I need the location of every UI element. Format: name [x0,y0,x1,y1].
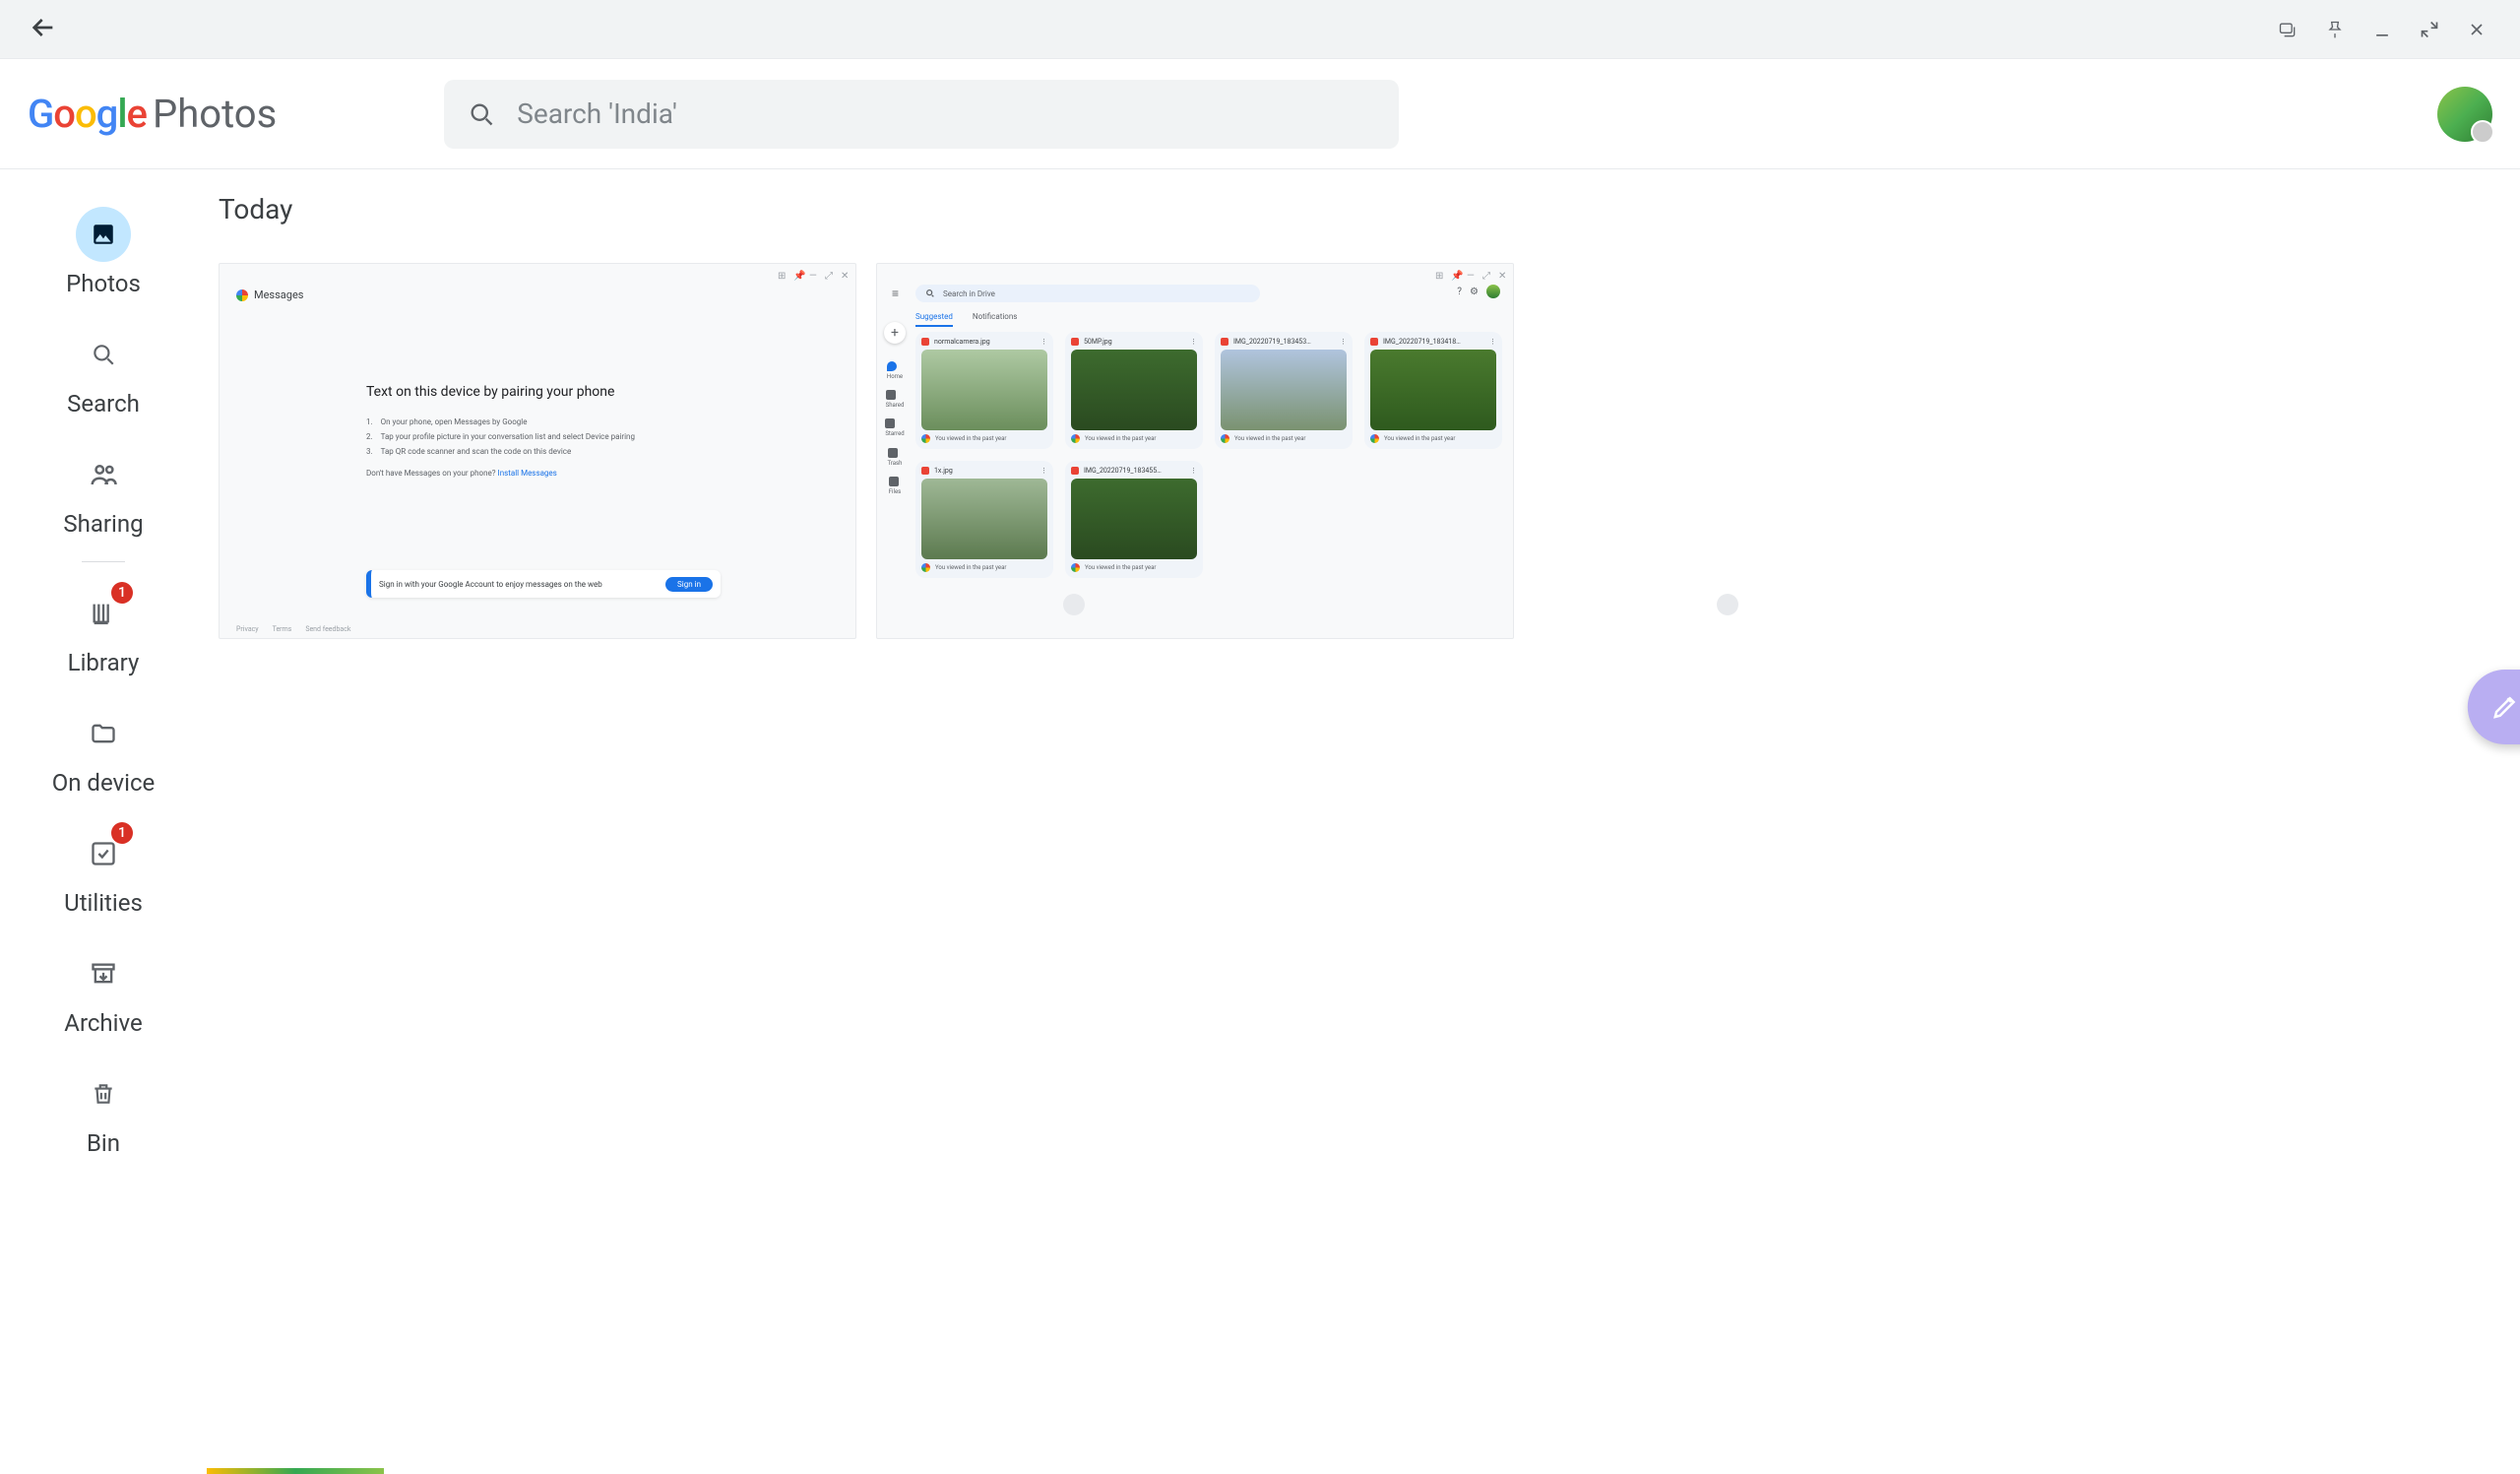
nav-archive[interactable]: Archive [44,936,162,1057]
folder-icon [76,706,131,761]
photos-wordmark: Photos [153,91,277,137]
photo-thumbnail-1[interactable]: ⊞📌—⤢✕ Messages Text on this device by pa… [219,263,856,639]
search-icon [468,100,495,128]
thumb1-title: Text on this device by pairing your phon… [366,383,662,403]
photo-thumbnail-2[interactable]: ⊞📌—⤢✕ ≡ Search in Drive ? ⚙ + Suggested … [876,263,1514,639]
thumb2-search: Search in Drive [915,285,1260,302]
nav-utilities[interactable]: 1 Utilities [44,816,162,936]
nav-bin-label: Bin [87,1129,120,1157]
google-wordmark: Google [28,91,147,137]
account-avatar[interactable] [2437,87,2492,142]
back-button[interactable] [20,4,67,55]
timeline-scrubber[interactable] [1717,594,1738,615]
screenshot-icon[interactable] [2264,10,2311,49]
bottom-preview-strip [207,1468,384,1474]
thumb2-header-icons: ? ⚙ [1457,285,1500,298]
nav-photos-label: Photos [66,270,141,297]
thumb2-hamburger-icon: ≡ [892,287,899,300]
thumb2-sidenav: Home Shared Starred Trash Files [880,361,910,495]
sidebar: Photos Search Sharing 1 Library O [0,169,207,1474]
search-input[interactable] [517,97,1375,130]
thumb1-signin-banner: Sign in with your Google Account to enjo… [366,570,721,598]
nav-library[interactable]: 1 Library [44,576,162,696]
search-box[interactable] [444,80,1399,149]
nav-utilities-label: Utilities [64,889,143,917]
nav-archive-label: Archive [64,1009,142,1037]
trash-icon [76,1066,131,1122]
photo-row: ⊞📌—⤢✕ Messages Text on this device by pa… [219,263,2508,639]
thumb1-footer: PrivacyTermsSend feedback [236,625,350,633]
archive-icon [76,946,131,1001]
main-content: Today ⊞📌—⤢✕ Messages Text on this device… [207,169,2520,1474]
sharing-icon [76,447,131,502]
search-nav-icon [76,327,131,382]
thumb-window-controls: ⊞📌—⤢✕ [882,269,1508,283]
close-button[interactable] [2453,10,2500,49]
timeline-scrubber[interactable] [1063,594,1085,615]
pin-icon[interactable] [2311,10,2359,49]
nav-search[interactable]: Search [44,317,162,437]
thumb1-install-link: Don't have Messages on your phone? Insta… [366,469,662,478]
nav-photos[interactable]: Photos [44,197,162,317]
thumb-window-controls: ⊞📌—⤢✕ [224,269,850,283]
chrome-titlebar [0,0,2520,59]
library-badge: 1 [111,582,133,604]
photos-icon [76,207,131,262]
thumb2-file-grid: normalcamera.jpg⋮You viewed in the past … [915,332,1502,578]
nav-divider [82,561,125,562]
nav-on-device[interactable]: On device [44,696,162,816]
nav-library-label: Library [68,649,140,676]
thumb1-brand: Messages [236,288,303,301]
app-header: Google Photos [0,59,2520,169]
thumb2-new-button: + [884,322,906,344]
nav-on-device-label: On device [52,769,156,797]
google-photos-logo[interactable]: Google Photos [28,91,277,137]
utilities-badge: 1 [111,822,133,844]
section-title-today: Today [219,193,2508,225]
nav-bin[interactable]: Bin [44,1057,162,1177]
thumb1-steps: 1.On your phone, open Messages by Google… [366,415,662,460]
nav-search-label: Search [67,390,140,417]
minimize-button[interactable] [2359,10,2406,49]
nav-sharing-label: Sharing [63,510,143,538]
thumb2-tabs: Suggested Notifications [915,312,1017,327]
restore-button[interactable] [2406,10,2453,49]
nav-sharing[interactable]: Sharing [44,437,162,557]
